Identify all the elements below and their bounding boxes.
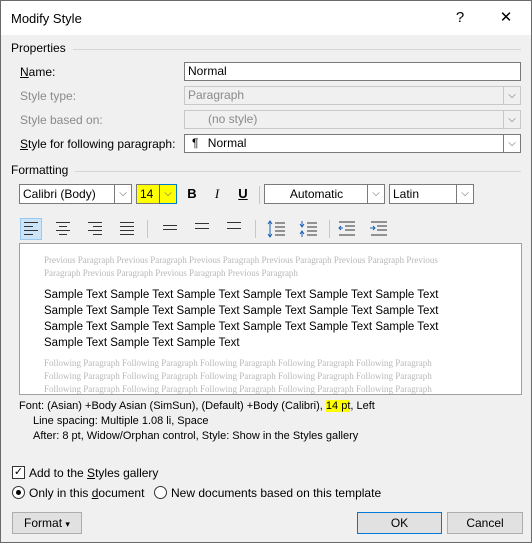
toolbar-separator <box>329 220 330 238</box>
align-center-button[interactable] <box>52 218 74 240</box>
highlighted-size: 14 pt <box>325 400 351 412</box>
chevron-down-icon[interactable]: ⌵ <box>367 185 384 203</box>
based-on-select[interactable]: (no style) ⌵ <box>184 110 521 129</box>
only-this-document-label: Only in this document <box>29 486 145 500</box>
style-type-select[interactable]: Paragraph ⌵ <box>184 86 521 105</box>
chevron-down-icon[interactable]: ⌵ <box>114 185 131 203</box>
script-combo[interactable]: Latin ⌵ <box>389 184 474 204</box>
modify-style-dialog: Modify Style ? ✕ Properties Name: Normal… <box>0 0 532 543</box>
italic-button[interactable]: I <box>207 184 227 204</box>
format-button[interactable]: Format ▾ <box>12 512 82 534</box>
description-line-2: Line spacing: Multiple 1.08 li, Space <box>33 415 209 427</box>
increase-indent-icon <box>370 221 387 236</box>
toolbar-separator <box>255 220 256 238</box>
font-size-value: 14 <box>140 187 154 201</box>
chevron-down-icon: ⌵ <box>503 87 520 104</box>
description-line-1: Font: (Asian) +Body Asian (SimSun), (Def… <box>19 400 375 412</box>
increase-indent-button[interactable] <box>368 218 390 240</box>
properties-heading: Properties <box>11 41 66 55</box>
underline-button[interactable]: U <box>233 184 253 204</box>
title-bar: Modify Style ? ✕ <box>1 1 531 35</box>
properties-divider <box>73 49 521 50</box>
decrease-spacing-button[interactable] <box>298 218 320 240</box>
following-select[interactable]: ¶ Normal ⌵ <box>184 134 521 153</box>
font-name-value: Calibri (Body) <box>23 187 96 201</box>
based-on-label: Style based on: <box>20 113 103 127</box>
toolbar-separator <box>147 220 148 238</box>
name-field[interactable]: Normal <box>184 62 521 81</box>
only-this-document-radio[interactable] <box>12 486 25 499</box>
font-name-combo[interactable]: Calibri (Body) ⌵ <box>19 184 132 204</box>
one-half-spacing-icon <box>195 223 209 233</box>
close-button[interactable]: ✕ <box>491 6 521 30</box>
chevron-down-icon: ⌵ <box>503 111 520 128</box>
align-left-button[interactable] <box>20 218 42 240</box>
cancel-button[interactable]: Cancel <box>447 512 523 534</box>
style-type-value: Paragraph <box>188 88 245 102</box>
font-color-value: Automatic <box>289 187 344 201</box>
chevron-down-icon: ⌵ <box>503 135 520 152</box>
dropdown-arrow-icon: ▾ <box>65 519 70 529</box>
justify-button[interactable] <box>116 218 138 240</box>
style-description: Font: (Asian) +Body Asian (SimSun), (Def… <box>19 399 522 455</box>
add-to-gallery-label: Add to the Styles gallery <box>29 466 159 480</box>
font-size-combo[interactable]: 14 ⌵ <box>136 184 177 204</box>
chevron-down-icon[interactable]: ⌵ <box>456 185 473 203</box>
sample-text: Sample Text Sample Text Sample Text Samp… <box>44 289 439 349</box>
double-spacing-button[interactable] <box>223 218 245 240</box>
formatting-heading: Formatting <box>11 163 69 177</box>
new-documents-label: New documents based on this template <box>171 486 382 500</box>
previous-paragraph-text: Previous Paragraph Previous Paragraph Pr… <box>44 255 438 278</box>
new-documents-radio[interactable] <box>154 486 167 499</box>
decrease-indent-button[interactable] <box>336 218 358 240</box>
style-preview-pane: Previous Paragraph Previous Paragraph Pr… <box>19 243 522 395</box>
single-spacing-button[interactable] <box>159 218 181 240</box>
style-type-label: Style type: <box>20 89 77 103</box>
dialog-title: Modify Style <box>11 11 82 26</box>
toolbar-separator <box>259 186 260 204</box>
paragraph-spacing-up-icon <box>267 220 285 238</box>
ok-button[interactable]: OK <box>357 512 442 534</box>
name-label: Name: <box>20 65 56 79</box>
align-right-button[interactable] <box>84 218 106 240</box>
script-value: Latin <box>393 187 420 201</box>
paragraph-spacing-down-icon <box>299 221 317 237</box>
one-half-spacing-button[interactable] <box>191 218 213 240</box>
following-label: Style for following paragraph: <box>20 137 176 151</box>
increase-spacing-button[interactable] <box>266 218 288 240</box>
bold-button[interactable]: B <box>182 184 202 204</box>
double-spacing-icon <box>227 222 241 234</box>
decrease-indent-icon <box>338 221 355 236</box>
formatting-divider <box>75 171 521 172</box>
add-to-gallery-checkbox[interactable]: ✓ <box>12 466 25 479</box>
justify-icon <box>120 222 134 238</box>
following-value: Normal <box>207 136 247 150</box>
chevron-down-icon[interactable]: ⌵ <box>159 184 177 204</box>
following-paragraph-text: Following Paragraph Following Paragraph … <box>44 358 432 394</box>
align-left-icon <box>24 222 38 238</box>
pilcrow-icon: ¶ <box>192 136 199 150</box>
single-spacing-icon <box>163 225 177 233</box>
align-right-icon <box>88 222 102 238</box>
based-on-value: (no style) <box>208 112 258 126</box>
format-label: Format <box>24 516 63 530</box>
description-line-3: After: 8 pt, Widow/Orphan control, Style… <box>33 430 359 442</box>
align-center-icon <box>56 222 70 238</box>
help-button[interactable]: ? <box>445 6 475 30</box>
font-color-combo[interactable]: Automatic ⌵ <box>264 184 385 204</box>
